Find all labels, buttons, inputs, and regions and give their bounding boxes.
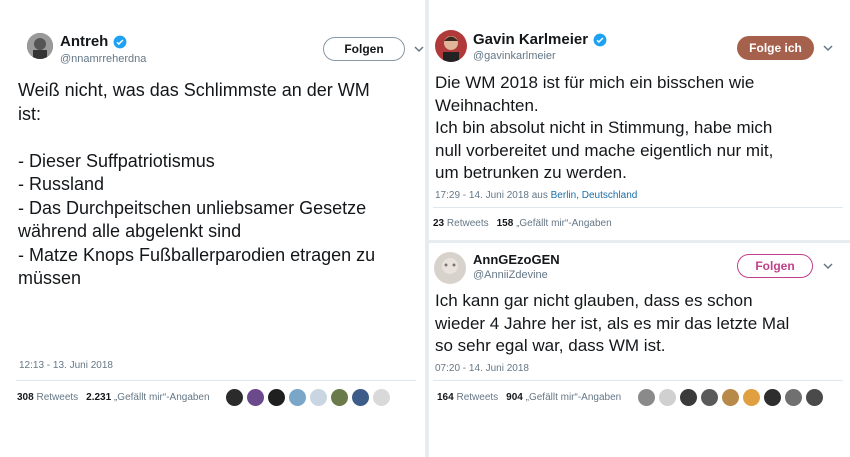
retweet-label: Retweets <box>446 218 489 229</box>
liker-avatar[interactable] <box>226 389 243 406</box>
like-number: 2.231 <box>86 392 112 403</box>
display-name[interactable]: Antreh <box>60 33 127 50</box>
tweet-text: Weiß nicht, was das Schlimmste an der WM… <box>18 80 376 288</box>
liker-avatar[interactable] <box>352 389 369 406</box>
liker-avatar[interactable] <box>289 389 306 406</box>
liker-avatar[interactable] <box>806 389 823 406</box>
liker-avatar[interactable] <box>743 389 760 406</box>
liker-avatar[interactable] <box>701 389 718 406</box>
display-name[interactable]: Gavin Karlmeier <box>473 31 607 48</box>
liker-avatar[interactable] <box>764 389 781 406</box>
avatar[interactable] <box>27 33 53 59</box>
like-count[interactable]: 158 „Gefällt mir“-Angaben <box>497 218 612 229</box>
like-number: 158 <box>496 218 514 229</box>
like-label: „Gefällt mir“-Angaben <box>113 392 210 403</box>
retweet-number: 308 <box>17 392 34 403</box>
divider <box>433 380 843 381</box>
liker-avatar[interactable] <box>638 389 655 406</box>
engagement-stats: 23 Retweets 158 „Gefällt mir“-Angaben <box>433 218 612 229</box>
liker-avatar[interactable] <box>310 389 327 406</box>
retweet-count[interactable]: 308 Retweets <box>17 392 78 403</box>
liker-avatar[interactable] <box>247 389 264 406</box>
user-handle[interactable]: @gavinkarlmeier <box>473 50 556 62</box>
verified-badge-icon <box>593 33 607 46</box>
chevron-down-icon[interactable] <box>822 42 834 54</box>
divider <box>433 207 843 208</box>
liker-avatar[interactable] <box>268 389 285 406</box>
location-link[interactable]: Berlin, Deutschland <box>551 190 638 201</box>
like-count[interactable]: 904 „Gefällt mir“-Angaben <box>506 392 621 403</box>
avatar[interactable] <box>434 252 466 284</box>
liker-avatar[interactable] <box>659 389 676 406</box>
user-handle[interactable]: @AnniiZdevine <box>473 269 548 281</box>
liker-avatar[interactable] <box>785 389 802 406</box>
chevron-down-icon[interactable] <box>413 43 425 55</box>
liker-avatar[interactable] <box>680 389 697 406</box>
user-photo-icon <box>27 33 53 59</box>
tweet-card-gavin: Gavin Karlmeier @gavinkarlmeier Folge ic… <box>429 0 850 240</box>
like-number: 904 <box>506 392 523 403</box>
follow-button[interactable]: Folgen <box>737 254 813 278</box>
like-label: „Gefällt mir“-Angaben <box>516 218 612 229</box>
engagement-stats: 308 Retweets 2.231 „Gefällt mir“-Angaben <box>17 392 210 403</box>
tweet-text: Die WM 2018 ist für mich ein bisschen wi… <box>435 73 774 182</box>
retweet-label: Retweets <box>456 392 499 403</box>
liker-avatar[interactable] <box>331 389 348 406</box>
verified-badge-icon <box>113 35 127 48</box>
chevron-down-icon[interactable] <box>822 260 834 272</box>
following-button[interactable]: Folge ich <box>737 36 814 60</box>
retweet-number: 23 <box>433 218 445 229</box>
liker-avatars <box>226 389 390 406</box>
retweet-count[interactable]: 23 Retweets <box>433 218 489 229</box>
retweet-number: 164 <box>437 392 454 403</box>
tweet-text: Ich kann gar nicht glauben, dass es scho… <box>435 291 790 355</box>
display-name-text: AnnGEzoGEN <box>473 252 560 267</box>
user-photo-icon <box>435 30 467 62</box>
divider <box>16 380 416 381</box>
like-count[interactable]: 2.231 „Gefällt mir“-Angaben <box>86 392 209 403</box>
like-label: „Gefällt mir“-Angaben <box>525 392 622 403</box>
timestamp-location: 17:29 - 14. Juni 2018 aus Berlin, Deutsc… <box>435 190 637 201</box>
user-photo-icon <box>434 252 466 284</box>
timestamp[interactable]: 07:20 - 14. Juni 2018 <box>435 363 529 374</box>
engagement-stats: 164 Retweets 904 „Gefällt mir“-Angaben <box>437 392 621 403</box>
timestamp[interactable]: 12:13 - 13. Juni 2018 <box>19 360 113 371</box>
liker-avatars <box>638 389 823 406</box>
display-name-text: Gavin Karlmeier <box>473 31 589 48</box>
timestamp[interactable]: 17:29 - 14. Juni 2018 aus <box>435 190 551 201</box>
avatar[interactable] <box>435 30 467 62</box>
retweet-label: Retweets <box>36 392 79 403</box>
display-name-text: Antreh <box>60 33 109 50</box>
tweet-card-anngezogen: AnnGEzoGEN @AnniiZdevine Folgen Ich kann… <box>429 243 850 457</box>
liker-avatar[interactable] <box>373 389 390 406</box>
liker-avatar[interactable] <box>722 389 739 406</box>
tweet-collage: Antreh @nnamrreherdna Folgen Weiß nicht,… <box>0 0 850 457</box>
follow-button[interactable]: Folgen <box>323 37 405 61</box>
user-handle[interactable]: @nnamrreherdna <box>60 53 146 65</box>
tweet-card-antreh: Antreh @nnamrreherdna Folgen Weiß nicht,… <box>0 0 425 457</box>
display-name[interactable]: AnnGEzoGEN <box>473 252 560 267</box>
retweet-count[interactable]: 164 Retweets <box>437 392 498 403</box>
